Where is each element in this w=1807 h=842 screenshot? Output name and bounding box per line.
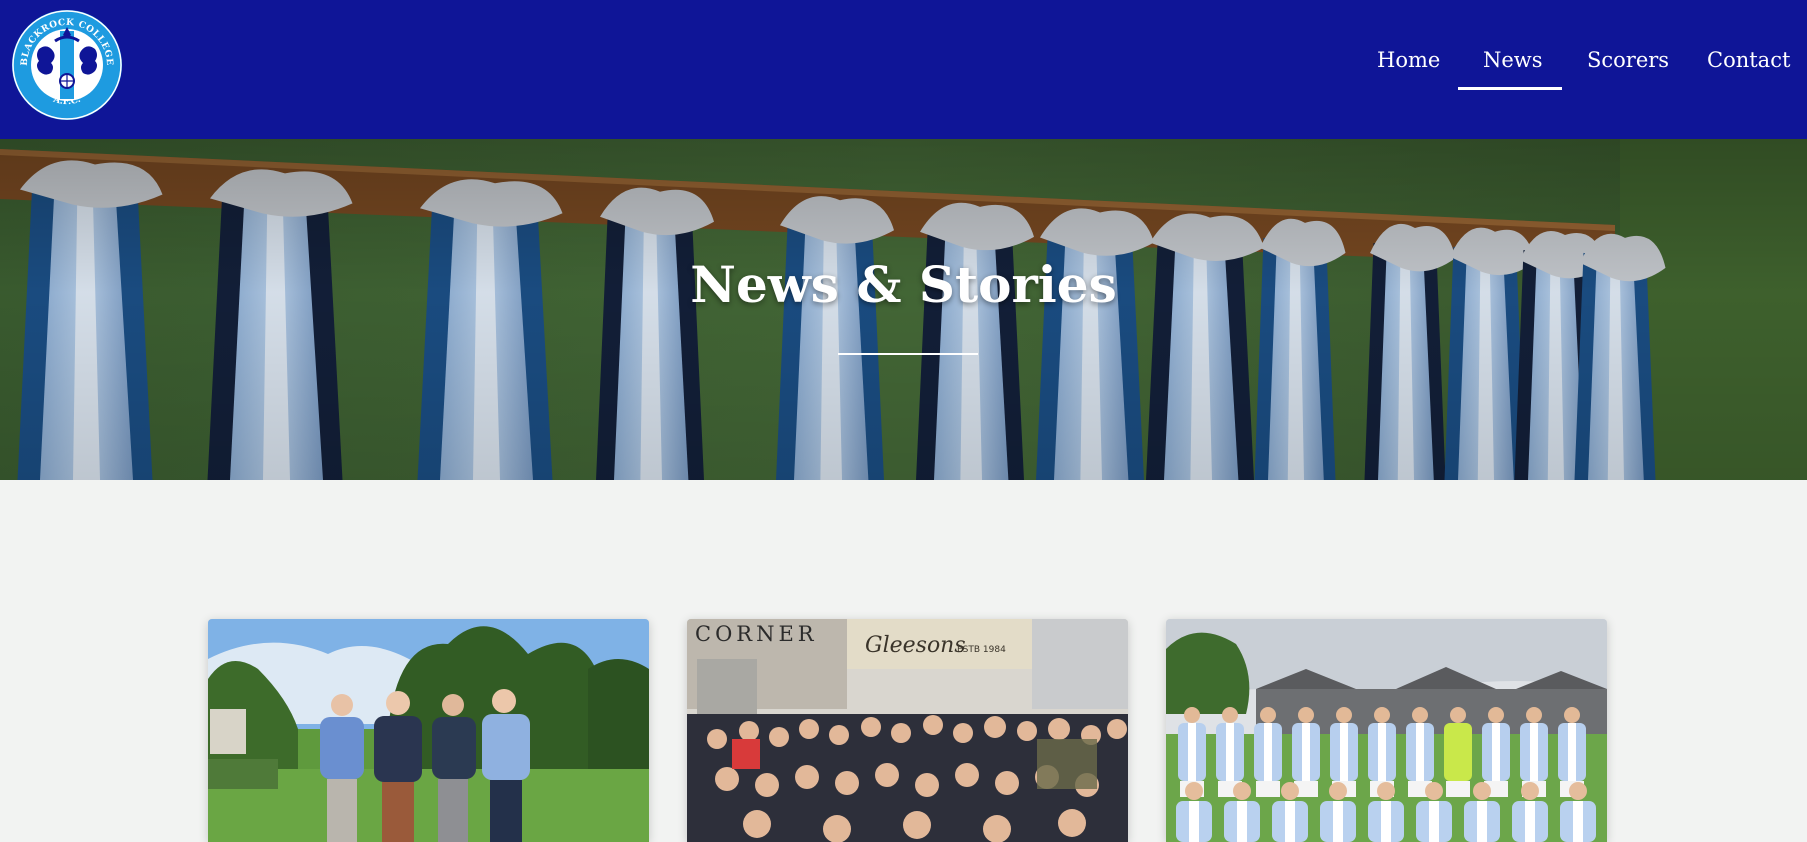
site-header: BLACKROCK COLLEGE A.F.C. Home News Score… [0,0,1807,139]
hero-divider [838,353,978,355]
nav-news-link[interactable]: News [1483,48,1543,72]
golf-photo [208,619,649,842]
gleesons-group-photo: CORNER Gleesons ESTB 1984 [687,619,1128,842]
hero-banner: News & Stories [0,139,1807,480]
hero-title: News & Stories [690,255,1117,314]
news-card-2[interactable]: CORNER Gleesons ESTB 1984 [687,619,1128,842]
svg-text:Gleesons: Gleesons [865,633,966,658]
nav-contact-link[interactable]: Contact [1707,48,1790,72]
active-nav-indicator [1458,87,1562,90]
team-photo [1166,619,1607,842]
svg-text:ESTB 1984: ESTB 1984 [957,645,1006,655]
nav-scorers-link[interactable]: Scorers [1587,48,1669,72]
svg-text:CORNER: CORNER [695,622,818,646]
news-card-1[interactable] [208,619,649,842]
club-crest-logo[interactable]: BLACKROCK COLLEGE A.F.C. [11,9,123,121]
nav-home-link[interactable]: Home [1377,48,1440,72]
news-card-3[interactable] [1166,619,1607,842]
